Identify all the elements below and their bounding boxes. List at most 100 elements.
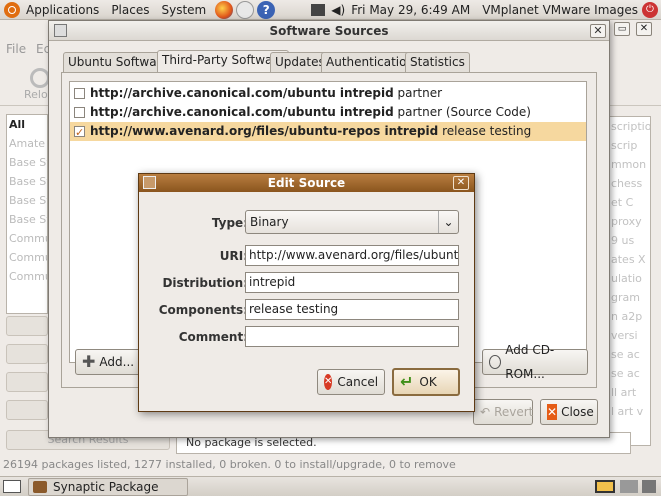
source-url: http://archive.canonical.com/ubuntu intr… (90, 105, 394, 119)
components-field[interactable]: release testing (245, 299, 459, 320)
close-icon[interactable]: ✕ (453, 176, 469, 190)
volume-icon[interactable]: ◀) (331, 3, 345, 17)
source-checkbox-checked[interactable] (74, 123, 85, 142)
package-row[interactable]: chess (608, 174, 650, 193)
ghost-button[interactable] (6, 400, 48, 420)
close-button[interactable]: ✕ Close (540, 399, 598, 425)
source-url: http://archive.canonical.com/ubuntu intr… (90, 86, 394, 100)
source-checkbox[interactable] (74, 107, 85, 118)
top-panel: Applications Places System ? ◀) Fri May … (0, 0, 661, 20)
reload-icon[interactable] (30, 68, 50, 88)
type-label: Type: (211, 216, 248, 230)
revert-button[interactable]: ↶ Revert (473, 399, 533, 425)
filter-item[interactable]: Base Sy (7, 153, 47, 172)
ok-check-icon: ↵ (400, 372, 414, 391)
package-row[interactable]: n a2p (608, 307, 650, 326)
filter-item[interactable]: Commu (7, 248, 47, 267)
filter-list[interactable]: All Amate Base Sy Base Sy Base Sy Base S… (6, 114, 48, 314)
close-x-icon: ✕ (547, 404, 558, 420)
window-menu-icon[interactable] (54, 24, 67, 37)
source-components: partner (Source Code) (397, 105, 531, 119)
source-row[interactable]: http://archive.canonical.com/ubuntu intr… (70, 103, 586, 122)
edit-source-titlebar[interactable]: Edit Source ✕ (139, 174, 474, 192)
status-bar: 26194 packages listed, 1277 installed, 0… (3, 458, 456, 471)
add-cdrom-button[interactable]: Add CD-ROM... (482, 343, 588, 381)
distribution-field[interactable]: intrepid (245, 272, 459, 293)
package-row[interactable]: 9 us (608, 231, 650, 250)
source-url: http://www.avenard.org/files/ubuntu-repo… (90, 124, 439, 138)
package-list[interactable]: scriptio scrip mmon chess et C proxy 9 u… (607, 116, 651, 446)
taskbar-synaptic[interactable]: Synaptic Package Man... (28, 478, 188, 496)
package-row[interactable]: et C (608, 193, 650, 212)
edit-source-dialog: Edit Source ✕ Type: Binary ⌄ URI: http:/… (138, 173, 475, 412)
synaptic-close-icon[interactable]: ✕ (636, 22, 652, 36)
package-row[interactable]: se ac (608, 345, 650, 364)
mail-icon[interactable] (236, 0, 255, 19)
distribution-label: Distribution: (162, 276, 248, 290)
source-row-selected[interactable]: http://www.avenard.org/files/ubuntu-repo… (70, 122, 586, 142)
cdrom-icon (489, 355, 502, 369)
workspace-2-icon[interactable] (620, 480, 638, 493)
package-row[interactable]: ll art (608, 383, 650, 402)
ok-label: OK (419, 375, 437, 389)
user-menu[interactable]: VMplanet VMware Images (478, 3, 642, 17)
help-icon[interactable]: ? (257, 0, 276, 19)
window-title: Software Sources (269, 24, 389, 38)
trash-icon[interactable] (642, 480, 656, 493)
package-row[interactable]: mmon (608, 155, 650, 174)
add-icon: ✚ (82, 352, 96, 371)
package-row[interactable]: gram (608, 288, 650, 307)
network-icon[interactable] (311, 3, 326, 16)
filter-item[interactable]: Base Sy (7, 210, 47, 229)
filter-item[interactable]: Base Sy (7, 191, 47, 210)
synaptic-menu-file[interactable]: File (6, 42, 26, 56)
filter-item[interactable]: Commu (7, 267, 47, 286)
package-row[interactable]: scrip (608, 136, 650, 155)
cancel-label: Cancel (337, 375, 379, 389)
ghost-button[interactable] (6, 344, 48, 364)
bottom-panel: Synaptic Package Man... (0, 476, 661, 496)
source-checkbox[interactable] (74, 88, 85, 99)
ghost-button[interactable] (6, 316, 48, 336)
show-desktop-icon[interactable] (3, 480, 21, 493)
menu-system[interactable]: System (155, 3, 212, 17)
close-icon[interactable]: ✕ (590, 24, 606, 38)
chevron-down-icon: ⌄ (438, 211, 458, 233)
filter-item[interactable]: Amate (7, 134, 47, 153)
comment-label: Comment: (178, 330, 248, 344)
firefox-icon[interactable] (215, 0, 234, 19)
power-icon[interactable]: ⏻ (642, 1, 658, 18)
package-row[interactable]: proxy (608, 212, 650, 231)
menu-applications[interactable]: Applications (20, 3, 105, 17)
package-row[interactable]: l art v (608, 402, 650, 421)
tab-statistics[interactable]: Statistics (405, 52, 470, 72)
ok-button[interactable]: ↵ OK (392, 368, 460, 396)
source-row[interactable]: http://archive.canonical.com/ubuntu intr… (70, 84, 586, 103)
add-button[interactable]: ✚ Add... (75, 349, 141, 375)
ubuntu-logo-icon[interactable] (4, 1, 20, 18)
filter-item[interactable]: All (7, 115, 47, 134)
dialog-title: Edit Source (267, 176, 346, 190)
cancel-button[interactable]: ✕ Cancel (317, 369, 385, 395)
type-value: Binary (250, 215, 289, 229)
workspace-1-icon[interactable] (595, 480, 615, 493)
package-row[interactable]: scriptio (608, 117, 650, 136)
uri-field[interactable]: http://www.avenard.org/files/ubuntu-repo (245, 245, 459, 266)
synaptic-minimize-icon[interactable]: ▭ (614, 22, 630, 36)
filter-item[interactable]: Commu (7, 229, 47, 248)
ghost-button[interactable] (6, 372, 48, 392)
package-row[interactable]: ulatio (608, 269, 650, 288)
comment-field[interactable] (245, 326, 459, 347)
software-sources-titlebar[interactable]: Software Sources ✕ (49, 21, 609, 41)
clock[interactable]: Fri May 29, 6:49 AM (349, 3, 478, 17)
menu-places[interactable]: Places (105, 3, 155, 17)
uri-label: URI: (219, 249, 248, 263)
filter-item[interactable]: Base Sy (7, 172, 47, 191)
add-label: Add... (99, 355, 135, 369)
package-row[interactable]: versi (608, 326, 650, 345)
package-row[interactable]: se ac (608, 364, 650, 383)
window-menu-icon[interactable] (143, 176, 156, 189)
source-components: partner (397, 86, 443, 100)
type-select[interactable]: Binary ⌄ (245, 210, 459, 234)
package-row[interactable]: ates X (608, 250, 650, 269)
